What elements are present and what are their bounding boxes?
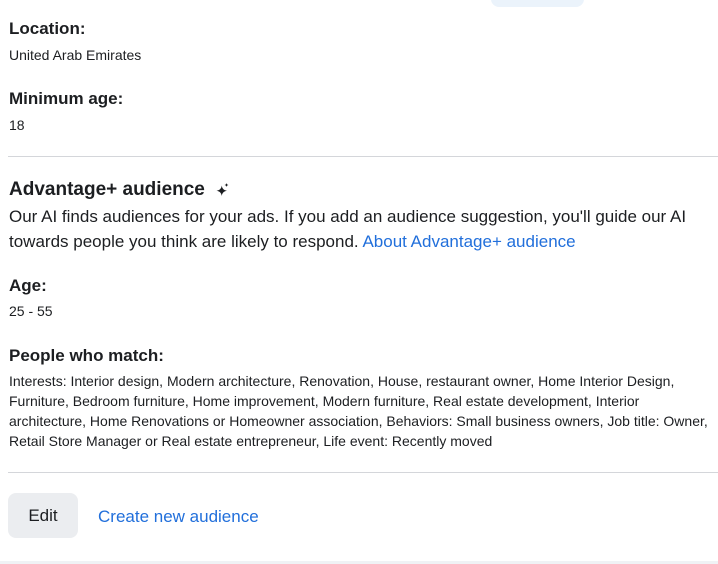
people-match-label: People who match: — [9, 346, 164, 365]
minimum-age-label: Minimum age: — [9, 89, 124, 108]
top-partial-button[interactable] — [491, 0, 584, 7]
divider — [8, 156, 718, 157]
sparkle-icon — [215, 183, 229, 197]
location-value: United Arab Emirates — [9, 47, 142, 63]
people-match-section: People who match: Interests: Interior de… — [9, 346, 718, 451]
age-section: Age: 25 - 55 — [9, 276, 718, 321]
minimum-age-section: Minimum age: 18 — [9, 89, 718, 135]
advantage-heading-row: Advantage+ audience — [9, 178, 718, 202]
about-advantage-link[interactable]: About Advantage+ audience — [362, 232, 575, 251]
edit-button[interactable]: Edit — [8, 493, 78, 538]
create-new-audience-link[interactable]: Create new audience — [98, 505, 259, 529]
audience-panel: Location: United Arab Emirates Minimum a… — [0, 0, 718, 564]
advantage-heading: Advantage+ audience — [9, 179, 205, 200]
minimum-age-value: 18 — [9, 117, 25, 133]
advantage-description-text: Our AI finds audiences for your ads. If … — [9, 207, 687, 251]
divider — [8, 472, 718, 473]
age-label: Age: — [9, 276, 47, 295]
location-section: Location: United Arab Emirates — [9, 19, 718, 65]
advantage-section: Advantage+ audience Our AI finds audienc… — [9, 178, 718, 254]
age-value: 25 - 55 — [9, 303, 53, 319]
advantage-description: Our AI finds audiences for your ads. If … — [9, 204, 714, 254]
people-match-value: Interests: Interior design, Modern archi… — [9, 373, 708, 449]
location-label: Location: — [9, 19, 86, 38]
